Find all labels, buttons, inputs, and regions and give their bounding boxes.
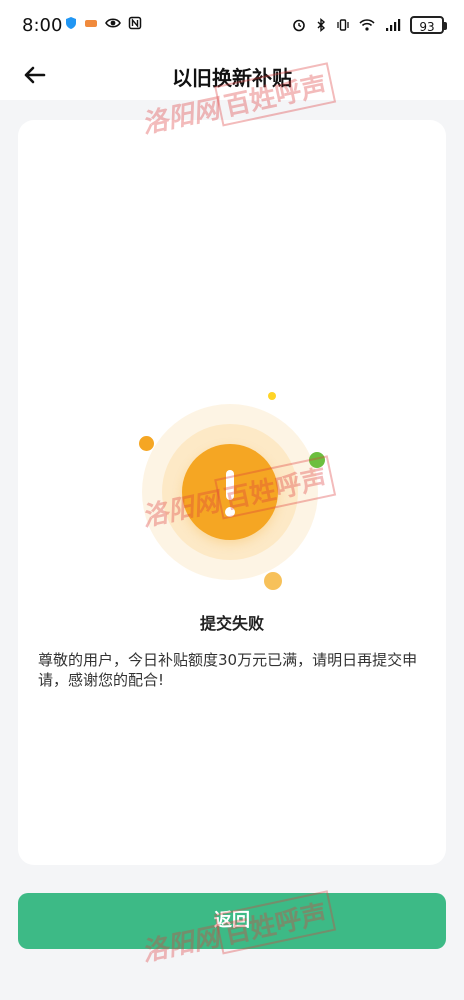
alarm-icon [293,19,305,32]
alert-circle [182,444,278,540]
bluetooth-icon [317,18,326,32]
failure-illustration [18,390,446,620]
signal-icon [386,19,401,31]
eye-icon [105,18,121,28]
page-title: 以旧换新补贴 [172,66,292,90]
vibrate-icon [337,19,349,31]
exclamation-icon [225,470,235,517]
status-time: 8:00 [22,15,63,36]
result-title: 提交失败 [199,614,264,633]
decor-dot-orange [139,436,154,451]
return-button[interactable]: 返回 [18,893,446,949]
nfc-icon [128,16,142,30]
decor-dot-peach [264,572,282,590]
battery-indicator: 93 [410,16,447,34]
status-bar: 8:00 93 [0,0,464,50]
status-right-icons: 93 [292,16,447,34]
notification-icon [85,20,97,27]
decor-dot-green [309,452,325,468]
wifi-icon [359,19,375,31]
decor-dot-yellow [268,392,276,400]
shield-icon [66,17,76,29]
result-message: 尊敬的用户，今日补贴额度30万元已满，请明日再提交申请，感谢您的配合! [38,651,418,689]
result-card: 提交失败 尊敬的用户，今日补贴额度30万元已满，请明日再提交申请，感谢您的配合! [18,120,446,865]
status-left-icons [64,16,142,30]
nav-bar: 以旧换新补贴 [0,50,464,100]
